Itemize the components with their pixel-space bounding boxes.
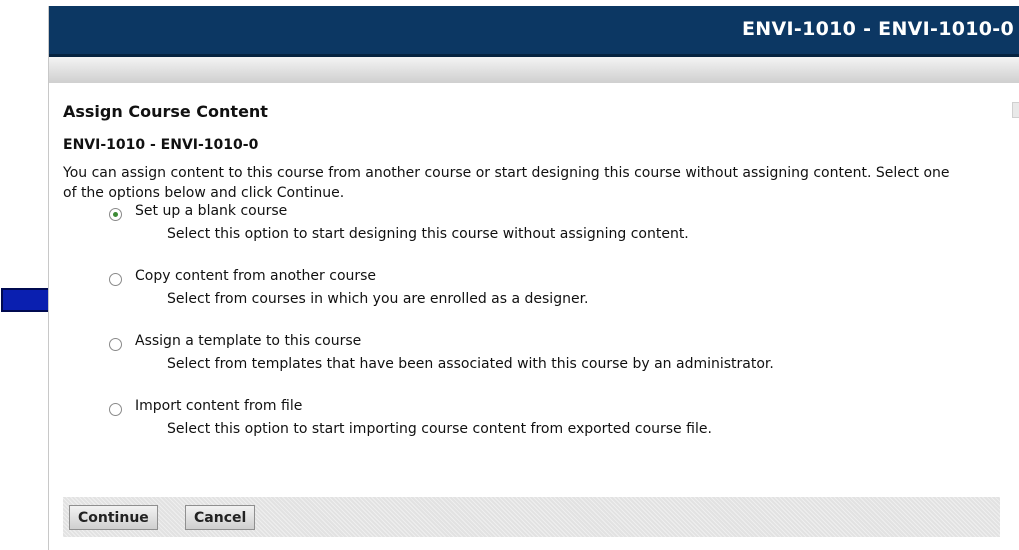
radio-blank-course[interactable] [109,208,122,221]
option-import-file[interactable]: Import content from file Select this opt… [109,398,1003,463]
option-description: Select this option to start designing th… [167,226,689,242]
subheader-bar [49,57,1019,83]
course-header: ENVI-1010 - ENVI-1010-0 [49,6,1019,57]
option-label[interactable]: Set up a blank course [135,203,287,219]
button-bar: Continue Cancel [63,497,1000,537]
option-label[interactable]: Copy content from another course [135,268,376,284]
option-copy-content[interactable]: Copy content from another course Select … [109,268,1003,333]
option-blank-course[interactable]: Set up a blank course Select this option… [109,203,1003,268]
radio-copy-content[interactable] [109,273,122,286]
course-frame: ENVI-1010 - ENVI-1010-0 Assign Course Co… [48,6,1019,550]
option-assign-template[interactable]: Assign a template to this course Select … [109,333,1003,398]
page-title: Assign Course Content [63,102,268,121]
option-description: Select from courses in which you are enr… [167,291,589,307]
cancel-button[interactable]: Cancel [185,505,256,530]
scrollbar[interactable] [1012,102,1019,118]
course-code: ENVI-1010 - ENVI-1010-0 [63,137,259,153]
option-label[interactable]: Import content from file [135,398,302,414]
continue-button[interactable]: Continue [69,505,158,530]
main-content: Assign Course Content ENVI-1010 - ENVI-1… [63,102,1003,463]
option-description: Select from templates that have been ass… [167,356,774,372]
radio-import-file[interactable] [109,403,122,416]
option-label[interactable]: Assign a template to this course [135,333,361,349]
radio-assign-template[interactable] [109,338,122,351]
intro-text: You can assign content to this course fr… [63,165,950,201]
header-title: ENVI-1010 - ENVI-1010-0 [742,18,1014,40]
option-description: Select this option to start importing co… [167,421,712,437]
